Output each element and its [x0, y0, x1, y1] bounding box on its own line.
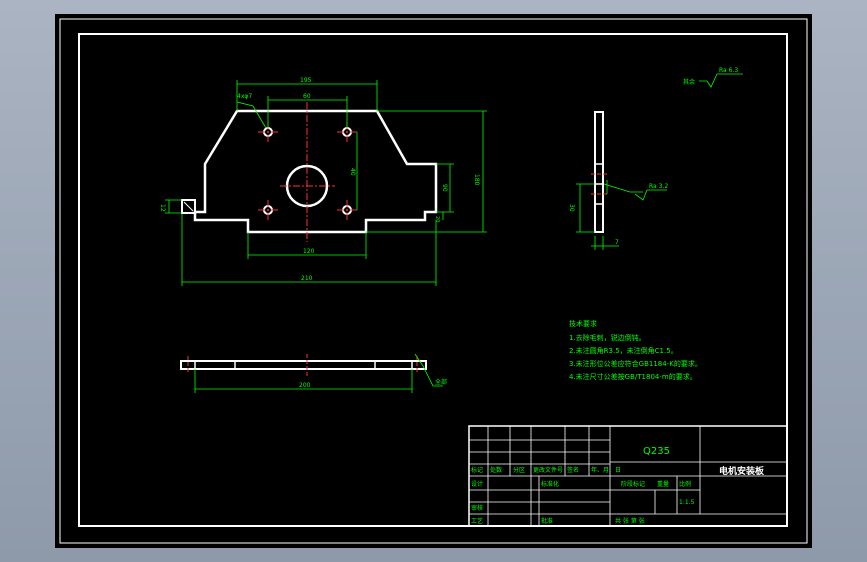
plate-center-lines — [258, 102, 357, 242]
note-item: 4.未注尺寸公差按GB/T1804-m的要求。 — [569, 372, 697, 381]
dim-base-width: 120 — [303, 248, 315, 255]
note-item: 2.未注圆角R3.5，未注倒角C1.5。 — [569, 346, 678, 355]
dim-left-height: 12 — [159, 204, 166, 212]
tb-standardize: 标准化 — [541, 480, 559, 488]
tb-header-cell: 分区 — [513, 466, 525, 474]
cad-viewport[interactable]: 195 60 120 210 180 90 40 20 12 4xφ7 30 7… — [55, 14, 812, 548]
strip-leader-note: 全部 — [435, 378, 447, 386]
strip-dim-text: 200 全部 — [299, 378, 447, 389]
inner-border — [78, 33, 788, 527]
side-view: 30 7 其余 Ra 6.3 Ra 3.2 — [568, 67, 743, 250]
tb-review: 审核 — [471, 504, 483, 512]
dim-strip-length: 200 — [299, 382, 311, 389]
dim-side-height: 30 — [568, 204, 575, 212]
tb-header-cell: 年、月、日 — [591, 466, 621, 474]
part-name: 电机安装板 — [719, 465, 765, 477]
side-dim-text: 30 7 其余 Ra 6.3 Ra 3.2 — [568, 67, 738, 246]
dim-side-thickness: 7 — [615, 239, 619, 246]
drawing-canvas: 195 60 120 210 180 90 40 20 12 4xφ7 30 7… — [59, 18, 808, 544]
tb-header-cell: 签名 — [567, 466, 579, 474]
title-block-text: 标记 处数 分区 更改文件号 签名 年、月、日 设计 标准化 审核 工艺 批准 … — [471, 466, 695, 525]
material-label: Q235 — [643, 446, 670, 457]
dim-height-overall: 180 — [473, 174, 480, 186]
hole-note: 4xφ7 — [237, 93, 252, 100]
tb-design: 设计 — [471, 480, 483, 488]
tb-scale-value: 1:1.5 — [679, 499, 695, 506]
roughness-label: 其余 — [683, 78, 695, 86]
note-item: 1.去除毛刺，锐边倒钝。 — [569, 333, 646, 342]
tb-stage-mark: 阶段标记 — [621, 480, 645, 488]
tb-scale-label: 比例 — [679, 480, 691, 488]
note-item: 3.未注形位公差应符合GB1184-K的要求。 — [569, 359, 702, 368]
plate-dim-text: 195 60 120 210 180 90 40 20 12 4xφ7 — [159, 77, 480, 282]
tb-header-cell: 更改文件号 — [533, 466, 563, 474]
strip-view: 200 全部 — [180, 353, 447, 393]
outer-border — [59, 18, 808, 544]
dim-notch: 20 — [434, 216, 440, 222]
strip-center-lines — [187, 354, 418, 376]
technical-notes: 技术要求 1.去除毛刺，锐边倒钝。 2.未注圆角R3.5，未注倒角C1.5。 3… — [569, 319, 702, 381]
tb-weight: 重量 — [657, 480, 669, 488]
dim-overall-width: 210 — [301, 275, 313, 282]
tb-header-cell: 标记 — [471, 466, 483, 474]
roughness-side: Ra 3.2 — [649, 183, 668, 190]
plate-outline — [193, 109, 438, 234]
dim-hole-spacing: 60 — [303, 93, 311, 100]
side-dimensions — [576, 73, 743, 250]
title-block: Q235 电机安装板 标记 处数 分区 更改文件号 签名 年、月、日 设计 标准… — [468, 425, 788, 527]
dim-top-overall: 195 — [300, 77, 312, 84]
notes-title: 技术要求 — [569, 319, 597, 328]
tb-header-cell: 处数 — [490, 466, 502, 474]
strip-dimensions — [194, 353, 443, 393]
tb-process: 工艺 — [471, 517, 483, 525]
tb-sheets: 共 张 第 张 — [615, 517, 645, 525]
main-plate-view: 195 60 120 210 180 90 40 20 12 4xφ7 — [159, 77, 487, 286]
dim-hole-height: 40 — [349, 168, 356, 176]
side-plate-outline — [594, 111, 604, 233]
roughness-general: Ra 6.3 — [719, 67, 738, 74]
strip-outline — [180, 360, 427, 370]
tb-approve: 批准 — [541, 517, 553, 525]
dim-height-mid: 90 — [441, 184, 448, 192]
